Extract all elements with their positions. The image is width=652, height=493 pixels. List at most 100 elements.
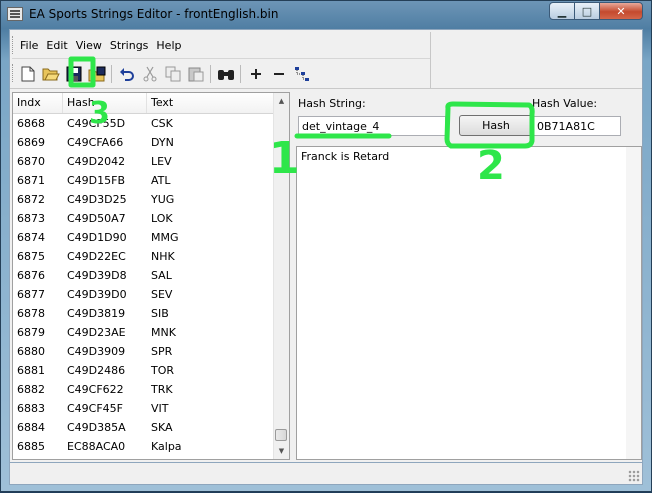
list-row[interactable]: 6882 C49CF622 TRK [13, 380, 275, 399]
row-hash: C49CFA66 [67, 136, 124, 149]
find-button[interactable] [214, 63, 237, 85]
list-row[interactable]: 6884 C49D385A SKA [13, 418, 275, 437]
list-row[interactable]: 6879 C49D23AE MNK [13, 323, 275, 342]
save-button[interactable] [62, 63, 85, 85]
row-hash: C49CF55D [67, 117, 126, 130]
row-text: TOR [151, 364, 175, 377]
hash-string-label: Hash String: [298, 97, 366, 110]
row-index: 6885 [17, 440, 45, 453]
column-header-text[interactable]: Text [147, 93, 275, 113]
open-button[interactable] [39, 63, 62, 85]
menu-strings[interactable]: Strings [106, 36, 153, 56]
row-index: 6881 [17, 364, 45, 377]
row-index: 6873 [17, 212, 45, 225]
list-row[interactable]: 6868 C49CF55D CSK [13, 114, 275, 133]
minimize-button[interactable]: ▁ [549, 2, 575, 20]
scroll-down-icon: ▼ [278, 447, 285, 455]
row-index: 6876 [17, 269, 45, 282]
scroll-thumb[interactable] [275, 429, 287, 441]
list-row[interactable]: 6881 C49D2486 TOR [13, 361, 275, 380]
list-header: Indx Hash Text [13, 93, 275, 114]
minimize-icon: ▁ [557, 4, 567, 18]
row-index: 6882 [17, 383, 45, 396]
list-row[interactable]: 6871 C49D15FB ATL [13, 171, 275, 190]
menu-file[interactable]: File [16, 36, 42, 56]
resize-grip[interactable] [628, 470, 640, 482]
list-row[interactable]: 6874 C49D1D90 MMG [13, 228, 275, 247]
paste-button[interactable] [184, 63, 207, 85]
row-hash: C49D2486 [67, 364, 126, 377]
undo-button[interactable] [115, 63, 138, 85]
hash-value-label: Hash Value: [532, 97, 598, 110]
list-row[interactable]: 6880 C49D3909 SPR [13, 342, 275, 361]
list-row[interactable]: 6877 C49D39D0 SEV [13, 285, 275, 304]
list-row[interactable]: 6883 C49CF45F VIT [13, 399, 275, 418]
row-hash: C49D50A7 [67, 212, 126, 225]
list-row[interactable]: 6885 EC88ACA0 Kalpa [13, 437, 275, 456]
remove-icon [273, 73, 284, 75]
string-text-area[interactable]: Franck is Retard [296, 146, 642, 460]
title-bar[interactable]: EA Sports Strings Editor - frontEnglish.… [1, 1, 651, 29]
strings-list[interactable]: Indx Hash Text 6868 C49CF55D CSK 6869 C49CFA… [12, 92, 290, 460]
cut-button[interactable] [138, 63, 161, 85]
scroll-up-icon: ▲ [278, 97, 285, 105]
row-hash: EC88ACA0 [67, 440, 126, 453]
app-window: EA Sports Strings Editor - frontEnglish.… [0, 0, 652, 492]
menu-view[interactable]: View [72, 36, 106, 56]
list-row[interactable]: 6875 C49D22EC NHK [13, 247, 275, 266]
menu-edit[interactable]: Edit [42, 36, 71, 56]
toolbar-separator [240, 65, 241, 83]
maximize-button[interactable]: □ [574, 2, 600, 20]
hash-string-input[interactable] [298, 116, 446, 136]
list-row[interactable]: 6872 C49D3D25 YUG [13, 190, 275, 209]
close-button[interactable]: ✕ [599, 2, 643, 20]
row-index: 6877 [17, 288, 45, 301]
text-scrollbar[interactable] [626, 147, 641, 459]
undo-icon [119, 68, 134, 81]
add-button[interactable] [244, 63, 267, 85]
row-index: 6886 [13, 456, 63, 459]
row-text: ATL [151, 174, 171, 187]
new-button[interactable] [16, 63, 39, 85]
row-index: 6878 [17, 307, 45, 320]
scroll-up-button[interactable]: ▲ [274, 93, 289, 109]
close-icon: ✕ [616, 4, 626, 18]
column-header-hash[interactable]: Hash [63, 93, 147, 113]
remove-button[interactable] [267, 63, 290, 85]
row-text: MNK [151, 326, 176, 339]
tree-icon [294, 67, 309, 81]
save-as-button[interactable] [85, 63, 108, 85]
list-row[interactable]: 6869 C49CFA66 DYN [13, 133, 275, 152]
list-row[interactable]: 6876 C49D39D8 SAL [13, 266, 275, 285]
status-bar [9, 463, 643, 485]
row-index: 6879 [17, 326, 45, 339]
save-icon [66, 66, 81, 82]
list-row[interactable]: 6878 C49D3819 SIB [13, 304, 275, 323]
hash-button[interactable]: Hash [459, 115, 533, 136]
list-row[interactable]: 6886C49D3C63ÖHK [13, 456, 275, 459]
column-header-indx[interactable]: Indx [13, 93, 63, 113]
open-icon [42, 68, 60, 81]
row-text: SKA [151, 421, 173, 434]
copy-icon [165, 66, 180, 82]
menu-bar: File Edit View Strings Help [16, 36, 185, 56]
row-text: SAL [151, 269, 172, 282]
row-text: SIB [151, 307, 169, 320]
row-text: MMG [151, 231, 179, 244]
row-index: 6874 [17, 231, 45, 244]
hash-value-field[interactable] [533, 116, 621, 136]
copy-button[interactable] [161, 63, 184, 85]
toolbar-separator [111, 65, 112, 83]
list-row[interactable]: 6870 C49D2042 LEV [13, 152, 275, 171]
window-controls: ▁ □ ✕ [549, 2, 643, 20]
list-scrollbar[interactable]: ▲ ▼ [273, 93, 289, 459]
row-text: LEV [151, 155, 172, 168]
row-text: TRK [151, 383, 173, 396]
menu-help[interactable]: Help [152, 36, 185, 56]
list-row[interactable]: 6873 C49D50A7 LOK [13, 209, 275, 228]
scroll-down-button[interactable]: ▼ [274, 443, 289, 459]
list-body: 6868 C49CF55D CSK 6869 C49CFA66 DYN 6870 C49D20… [13, 114, 275, 459]
save-as-icon [88, 66, 105, 82]
tree-button[interactable] [290, 63, 313, 85]
row-text: ÖHK [147, 456, 275, 459]
